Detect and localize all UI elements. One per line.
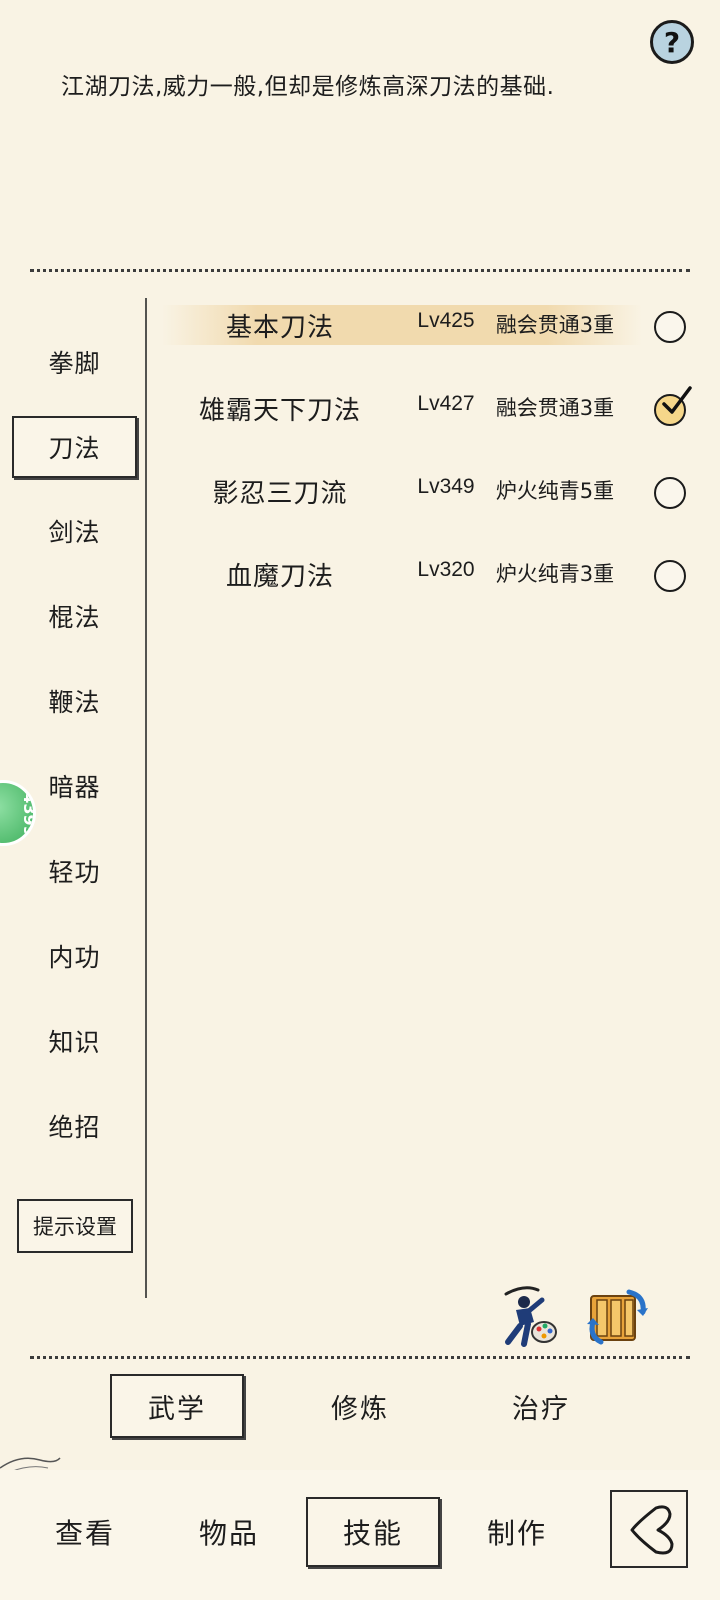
tip-settings-button[interactable]: 提示设置 [17,1199,133,1253]
skill-description: 江湖刀法,威力一般,但却是修炼高深刀法的基础. [61,74,555,100]
skill-name: 雄霸天下刀法 [198,396,361,426]
skill-name: 影忍三刀流 [212,479,348,509]
skill-level: Lv320 [417,558,475,581]
divider-bottom [30,1356,690,1359]
warrior-palette-icon[interactable] [494,1282,560,1348]
equip-radio[interactable] [654,311,686,343]
category-jianfa[interactable]: 剑法 [12,500,137,562]
skill-level: Lv425 [417,309,475,332]
back-arrow-icon [630,1505,674,1555]
skill-rank: 炉火纯青3重 [495,562,615,586]
category-zhishi[interactable]: 知识 [12,1010,137,1072]
nav-tab-view[interactable]: 查看 [18,1497,152,1567]
divider-top [30,269,690,272]
skill-row[interactable]: 雄霸天下刀法 Lv427 融会贯通3重 [160,382,700,438]
column-divider [145,298,147,1298]
nav-tab-craft[interactable]: 制作 [450,1497,584,1567]
skill-row[interactable]: 影忍三刀流 Lv349 炉火纯青5重 [160,465,700,521]
category-qinggong[interactable]: 轻功 [12,840,137,902]
category-gunfa[interactable]: 棍法 [12,585,137,647]
skill-rank: 融会贯通3重 [495,396,615,420]
question-mark-icon: ? [663,25,681,59]
category-juezhao[interactable]: 绝招 [12,1095,137,1157]
help-button[interactable]: ? [650,20,694,64]
back-button[interactable] [610,1490,688,1568]
subtab-zhiliao[interactable]: 治疗 [474,1374,608,1438]
equip-radio[interactable] [654,560,686,592]
skill-row[interactable]: 血魔刀法 Lv320 炉火纯青3重 [160,548,700,604]
category-quanjiao[interactable]: 拳脚 [12,331,137,393]
equip-radio[interactable] [654,477,686,509]
skill-rank: 炉火纯青5重 [495,479,615,503]
skill-row[interactable]: 基本刀法 Lv425 融会贯通3重 [160,299,700,355]
skill-name: 基本刀法 [225,313,334,343]
subtab-xiulian[interactable]: 修炼 [293,1374,427,1438]
scroll-swap-icon[interactable] [585,1284,651,1348]
skill-level: Lv427 [417,392,475,415]
nav-tab-skills[interactable]: 技能 [306,1497,440,1567]
skill-name: 血魔刀法 [225,562,334,592]
skill-rank: 融会贯通3重 [495,313,615,337]
nav-tab-items[interactable]: 物品 [162,1497,296,1567]
category-neigong[interactable]: 内功 [12,925,137,987]
category-daofa[interactable]: 刀法 [12,416,137,478]
checkmark-icon [662,386,692,414]
subtab-wuxue[interactable]: 武学 [110,1374,244,1438]
category-bianfa[interactable]: 鞭法 [12,670,137,732]
skill-level: Lv349 [417,475,475,498]
